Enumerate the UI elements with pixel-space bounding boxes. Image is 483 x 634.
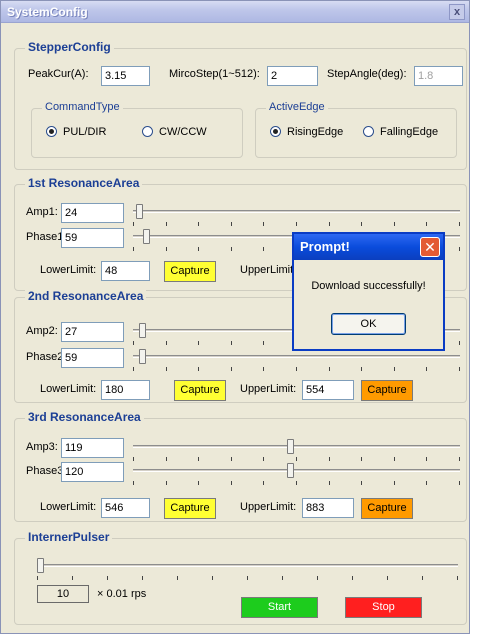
slider-thumb[interactable] — [139, 323, 146, 338]
peak-current-label: PeakCur(A): — [28, 68, 89, 80]
lower-limit-2-label: LowerLimit: — [40, 383, 97, 395]
stop-button[interactable]: Stop — [345, 597, 422, 618]
radio-unselected-icon — [363, 126, 374, 137]
slider-thumb[interactable] — [139, 349, 146, 364]
resonance-area-2-title: 2nd ResonanceArea — [25, 289, 147, 303]
radio-rising-edge-label: RisingEdge — [287, 126, 344, 138]
lower-limit-1-label: LowerLimit: — [40, 264, 97, 276]
upper-limit-1-label: UpperLimit: — [240, 264, 297, 276]
active-edge-group: ActiveEdge RisingEdge FallingEdge — [255, 101, 457, 158]
radio-cw-ccw-label: CW/CCW — [159, 126, 207, 138]
slider-thumb[interactable] — [287, 463, 294, 478]
slider-track — [37, 564, 458, 567]
slider-thumb[interactable] — [136, 204, 143, 219]
phase2-input[interactable]: 59 — [61, 348, 124, 368]
upper-limit-3-input[interactable]: 883 — [302, 498, 354, 518]
radio-falling-edge-label: FallingEdge — [380, 126, 439, 138]
amp2-input[interactable]: 27 — [61, 322, 124, 342]
prompt-title-bar[interactable]: Prompt! ✕ — [294, 234, 443, 260]
slider-track — [133, 355, 460, 358]
resonance-area-1-title: 1st ResonanceArea — [25, 176, 143, 190]
amp3-slider[interactable] — [133, 439, 460, 465]
radio-rising-edge[interactable]: RisingEdge — [270, 126, 343, 138]
amp1-input[interactable]: 24 — [61, 203, 124, 223]
slider-ticks — [133, 457, 460, 462]
radio-unselected-icon — [142, 126, 153, 137]
prompt-message: Download successfully! — [311, 280, 426, 292]
amp3-label: Amp3: — [26, 441, 58, 453]
amp1-slider[interactable] — [133, 204, 460, 230]
stepper-config-group: StepperConfig PeakCur(A): 3.15 MircoStep… — [14, 40, 467, 170]
stepper-config-title: StepperConfig — [25, 40, 114, 54]
slider-thumb[interactable] — [37, 558, 44, 573]
amp3-input[interactable]: 119 — [61, 438, 124, 458]
systemconfig-window: SystemConfig x StepperConfig PeakCur(A):… — [0, 0, 470, 634]
slider-track — [133, 469, 460, 472]
pulser-slider[interactable] — [37, 558, 458, 584]
capture-lower-2-button[interactable]: Capture — [174, 380, 226, 401]
lower-limit-3-input[interactable]: 546 — [101, 498, 150, 518]
capture-upper-3-button[interactable]: Capture — [361, 498, 413, 519]
phase3-input[interactable]: 120 — [61, 462, 124, 482]
slider-ticks — [133, 367, 460, 372]
radio-selected-icon — [270, 126, 281, 137]
command-type-title: CommandType — [42, 101, 123, 113]
prompt-title: Prompt! — [300, 239, 350, 254]
interner-pulser-title: InternerPulser — [25, 530, 113, 544]
amp1-label: Amp1: — [26, 206, 58, 218]
slider-track — [133, 445, 460, 448]
radio-falling-edge[interactable]: FallingEdge — [363, 126, 438, 138]
resonance-area-3-group: 3rd ResonanceArea Amp3: 119 Phase3: 120 … — [14, 410, 467, 522]
command-type-group: CommandType PUL/DIR CW/CCW — [31, 101, 243, 158]
interner-pulser-group: InternerPulser 10 × 0.01 rps Start Stop — [14, 530, 467, 625]
radio-pul-dir[interactable]: PUL/DIR — [46, 126, 106, 138]
slider-ticks — [133, 222, 460, 227]
peak-current-input[interactable]: 3.15 — [101, 66, 150, 86]
slider-ticks — [133, 481, 460, 486]
close-icon[interactable]: x — [449, 4, 465, 20]
radio-cw-ccw[interactable]: CW/CCW — [142, 126, 207, 138]
microstep-label: MircoStep(1~512): — [169, 68, 260, 80]
upper-limit-3-label: UpperLimit: — [240, 501, 297, 513]
phase2-slider[interactable] — [133, 349, 460, 375]
capture-lower-3-button[interactable]: Capture — [164, 498, 216, 519]
step-angle-input[interactable]: 1.8 — [414, 66, 463, 86]
window-title: SystemConfig — [7, 5, 88, 19]
pulser-unit-label: × 0.01 rps — [97, 588, 147, 600]
title-bar[interactable]: SystemConfig x — [1, 1, 469, 23]
slider-ticks — [37, 576, 458, 581]
microstep-input[interactable]: 2 — [267, 66, 318, 86]
lower-limit-1-input[interactable]: 48 — [101, 261, 150, 281]
close-icon[interactable]: ✕ — [420, 237, 440, 257]
resonance-area-3-title: 3rd ResonanceArea — [25, 410, 144, 424]
phase3-slider[interactable] — [133, 463, 460, 489]
prompt-dialog: Prompt! ✕ Download successfully! OK — [292, 232, 445, 351]
radio-selected-icon — [46, 126, 57, 137]
active-edge-title: ActiveEdge — [266, 101, 328, 113]
pulser-value-display: 10 — [37, 585, 89, 603]
ok-button[interactable]: OK — [331, 313, 406, 335]
lower-limit-3-label: LowerLimit: — [40, 501, 97, 513]
phase1-input[interactable]: 59 — [61, 228, 124, 248]
radio-pul-dir-label: PUL/DIR — [63, 126, 107, 138]
start-button[interactable]: Start — [241, 597, 318, 618]
upper-limit-2-input[interactable]: 554 — [302, 380, 354, 400]
amp2-label: Amp2: — [26, 325, 58, 337]
lower-limit-2-input[interactable]: 180 — [101, 380, 150, 400]
upper-limit-2-label: UpperLimit: — [240, 383, 297, 395]
slider-thumb[interactable] — [287, 439, 294, 454]
capture-lower-1-button[interactable]: Capture — [164, 261, 216, 282]
slider-track — [133, 210, 460, 213]
slider-thumb[interactable] — [143, 229, 150, 244]
capture-upper-2-button[interactable]: Capture — [361, 380, 413, 401]
step-angle-label: StepAngle(deg): — [327, 68, 407, 80]
